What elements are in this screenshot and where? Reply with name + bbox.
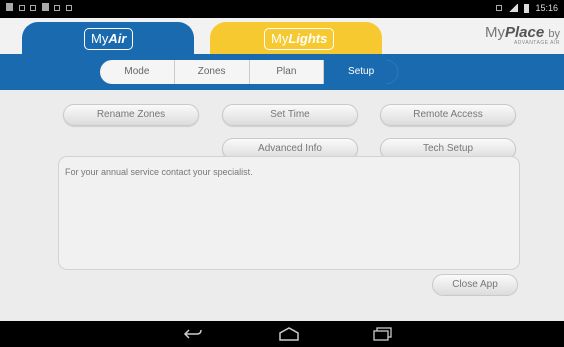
rename-zones-button[interactable]: Rename Zones [63, 104, 199, 126]
section-selector: Mode Zones Plan Setup [100, 60, 398, 84]
battery-icon [524, 3, 530, 13]
close-app-button[interactable]: Close App [432, 274, 518, 296]
back-icon[interactable] [180, 325, 206, 343]
check-icon [65, 5, 72, 11]
home-icon[interactable] [276, 325, 302, 343]
status-time: 15:16 [535, 3, 558, 13]
myplace-logo: MyPlace by ADVANTAGE AIR [485, 24, 560, 46]
notification-icon [6, 3, 13, 11]
sim-icon [18, 5, 25, 11]
segment-zones[interactable]: Zones [175, 60, 250, 84]
image-icon [54, 5, 61, 11]
myair-brand: MyAir [84, 28, 134, 50]
segment-plan[interactable]: Plan [250, 60, 325, 84]
set-time-button[interactable]: Set Time [222, 104, 358, 126]
logo-my: My [485, 24, 505, 41]
android-nav-bar [0, 321, 564, 347]
mylights-brand: MyLights [264, 28, 335, 50]
status-left-icons [6, 3, 72, 13]
tab-mylights[interactable]: MyLights [210, 22, 382, 56]
status-right: 15:16 [496, 3, 558, 13]
segment-setup[interactable]: Setup [324, 60, 398, 84]
wifi-icon [508, 4, 519, 12]
info-panel: For your annual service contact your spe… [58, 156, 520, 270]
tab-myair[interactable]: MyAir [22, 22, 194, 56]
myair-name: Air [108, 31, 127, 46]
logo-place: Place [505, 24, 545, 41]
info-text: For your annual service contact your spe… [65, 167, 253, 177]
mylights-name: Lights [288, 31, 328, 46]
remote-access-button[interactable]: Remote Access [380, 104, 516, 126]
recents-icon[interactable] [370, 325, 396, 343]
bluetooth-icon [496, 5, 503, 11]
usb-icon [41, 3, 49, 11]
segment-mode[interactable]: Mode [100, 60, 175, 84]
logo-by: by [548, 28, 560, 40]
mylights-prefix: My [271, 31, 289, 46]
header-tabs: MyAir MyLights MyPlace by ADVANTAGE AIR [0, 18, 564, 56]
download-icon [30, 5, 37, 11]
app-area: MyAir MyLights MyPlace by ADVANTAGE AIR … [0, 18, 564, 321]
status-bar: 15:16 [0, 0, 564, 18]
myair-prefix: My [91, 31, 109, 46]
